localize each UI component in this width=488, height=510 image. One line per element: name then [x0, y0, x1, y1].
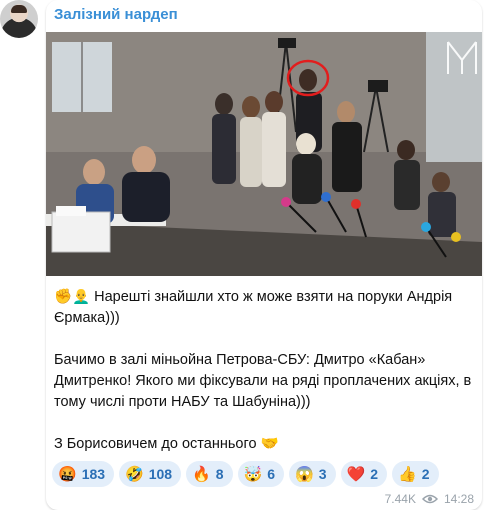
message-line-3: З Борисовичем до останнього 🤝 — [54, 436, 279, 452]
channel-avatar[interactable] — [0, 0, 38, 38]
message-bubble: Залізний нардеп — [46, 0, 482, 510]
eye-icon — [421, 494, 438, 504]
reaction-mind-blown[interactable]: 🤯 6 — [237, 461, 285, 487]
fire-icon: 🔥 — [192, 466, 211, 483]
reaction-count: 108 — [148, 466, 173, 482]
reaction-fire[interactable]: 🔥 8 — [186, 461, 233, 487]
reactions-bar: 🤬 183 🤣 108 🔥 8 🤯 6 😱 3 ❤️ 2 👍 2 — [52, 461, 439, 487]
exploding-head-icon: 🤯 — [243, 466, 263, 483]
reaction-count: 3 — [318, 466, 327, 482]
reaction-thumbs-up[interactable]: 👍 2 — [392, 461, 439, 487]
message-photo[interactable] — [46, 32, 482, 276]
reaction-angry[interactable]: 🤬 183 — [52, 461, 115, 487]
message-text: ✊👨‍🦲 Нарешті знайшли хто ж може взяти на… — [54, 287, 478, 476]
rofl-face-icon: 🤣 — [125, 466, 144, 483]
thumbs-up-icon: 👍 — [398, 466, 417, 483]
reaction-count: 183 — [81, 466, 106, 482]
view-count: 7.44K — [384, 492, 416, 506]
reaction-count: 6 — [267, 466, 276, 482]
reaction-heart[interactable]: ❤️ 2 — [340, 461, 388, 487]
message-time: 14:28 — [443, 492, 474, 506]
heart-icon: ❤️ — [346, 466, 366, 483]
angry-face-icon: 🤬 — [58, 466, 77, 483]
message-line-2: Бачимо в залі міньойна Петрова-СБУ: Дмит… — [54, 352, 472, 410]
reaction-scream[interactable]: 😱 3 — [289, 461, 336, 487]
reaction-count: 8 — [215, 466, 224, 482]
message-meta: 7.44K 14:28 — [385, 492, 474, 506]
screaming-face-icon: 😱 — [295, 466, 314, 483]
reaction-laughing[interactable]: 🤣 108 — [119, 461, 182, 487]
courtroom-photo-illustration — [46, 32, 482, 276]
reaction-count: 2 — [421, 466, 430, 482]
channel-name[interactable]: Залізний нардеп — [54, 6, 178, 23]
message-line-1: ✊👨‍🦲 Нарешті знайшли хто ж може взяти на… — [54, 289, 453, 326]
reaction-count: 2 — [370, 466, 379, 482]
